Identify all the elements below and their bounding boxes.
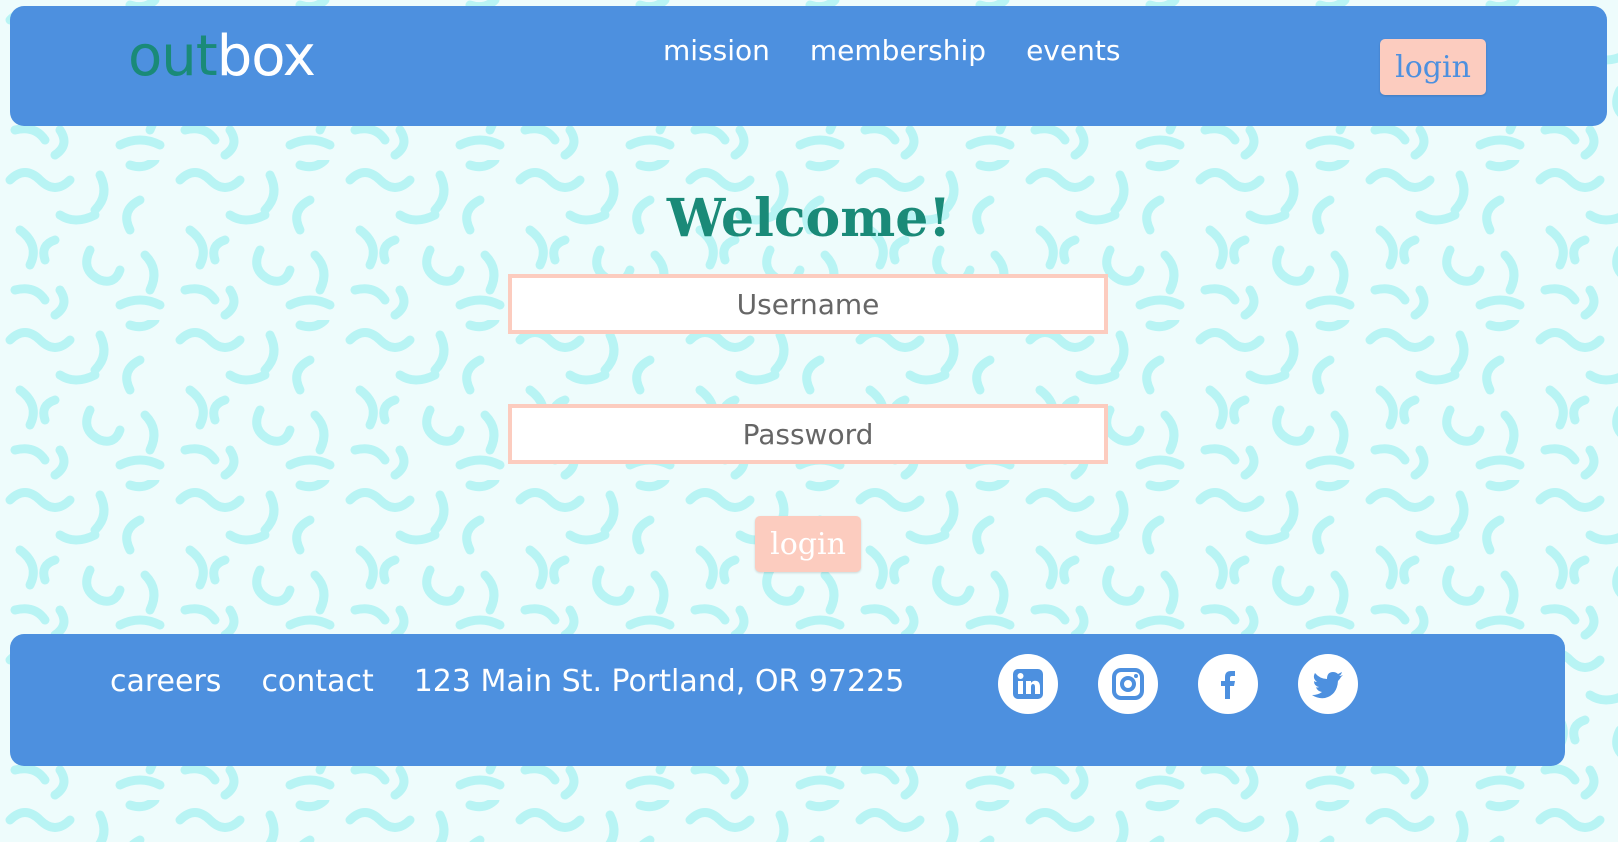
footer-links: careers contact 123 Main St. Portland, O… <box>110 664 904 699</box>
password-input[interactable] <box>508 404 1108 464</box>
social-links <box>998 654 1358 714</box>
nav-link-events[interactable]: events <box>1026 34 1120 67</box>
login-section: Welcome! login <box>0 126 1618 626</box>
login-submit-button[interactable]: login <box>755 516 861 572</box>
logo-box: box <box>216 24 316 89</box>
instagram-icon[interactable] <box>1098 654 1158 714</box>
main-nav: mission membership events <box>663 34 1120 67</box>
footer: careers contact 123 Main St. Portland, O… <box>10 634 1565 766</box>
welcome-heading: Welcome! <box>666 188 952 249</box>
top-navbar: outbox mission membership events login <box>10 6 1607 126</box>
twitter-icon[interactable] <box>1298 654 1358 714</box>
header-login-button[interactable]: login <box>1380 39 1486 95</box>
footer-address: 123 Main St. Portland, OR 97225 <box>413 664 905 699</box>
outbox-logo[interactable]: outbox <box>128 24 316 89</box>
username-input[interactable] <box>508 274 1108 334</box>
facebook-icon[interactable] <box>1198 654 1258 714</box>
nav-link-membership[interactable]: membership <box>810 34 986 67</box>
logo-out: out <box>128 24 218 89</box>
footer-link-contact[interactable]: contact <box>261 664 373 699</box>
nav-link-mission[interactable]: mission <box>663 34 770 67</box>
linkedin-icon[interactable] <box>998 654 1058 714</box>
footer-link-careers[interactable]: careers <box>110 664 221 699</box>
